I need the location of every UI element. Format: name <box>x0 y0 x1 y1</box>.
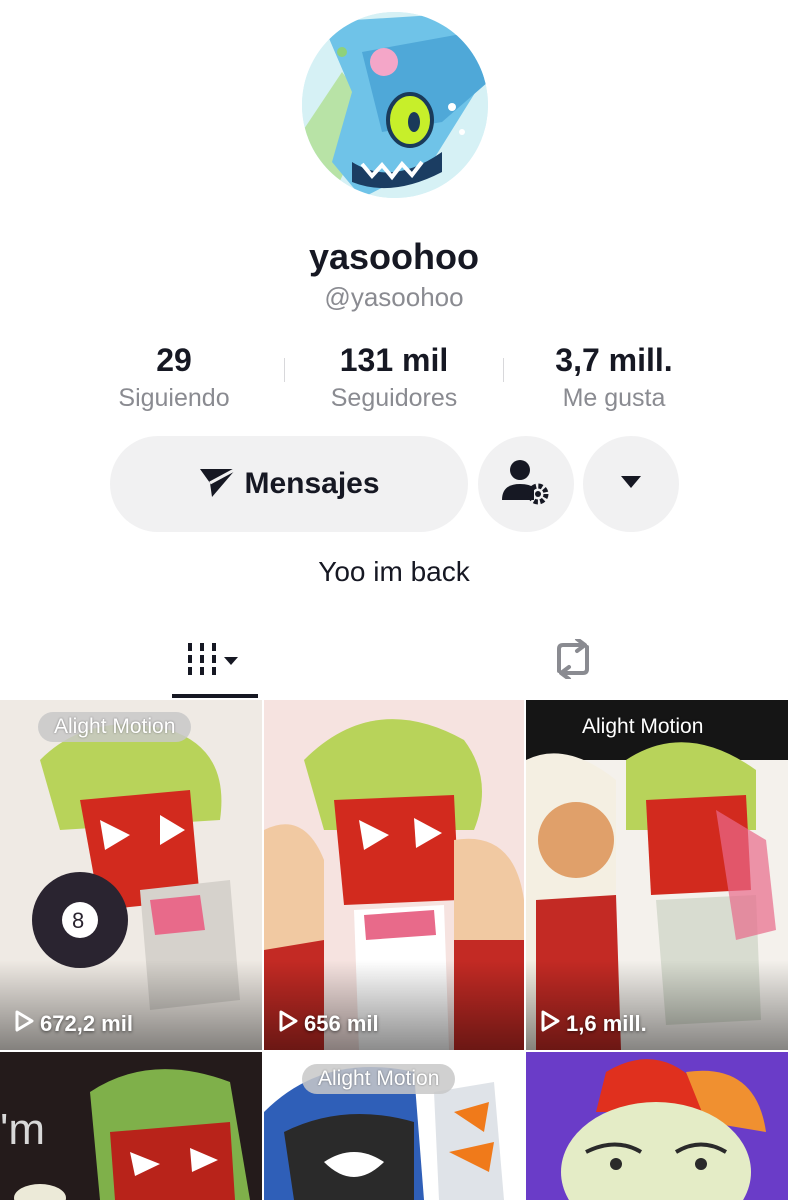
video-grid: 8 Alight Motion 672,2 mil 656 mil Alight… <box>0 700 788 1200</box>
view-count-text: 1,6 mill. <box>566 1011 647 1036</box>
video-thumbnail[interactable] <box>526 1052 788 1200</box>
video-thumbnail[interactable]: 'm <box>0 1052 262 1200</box>
stat-label: Me gusta <box>562 384 666 412</box>
view-count: 656 mil <box>278 1010 379 1038</box>
watermark-label: Alight Motion <box>38 712 192 742</box>
video-thumbnail[interactable]: Alight Motion 1,6 mill. <box>526 700 788 1050</box>
video-thumbnail[interactable]: 656 mil <box>264 700 524 1050</box>
svg-text:'m: 'm <box>0 1105 45 1154</box>
thumbnail-image <box>526 1052 788 1200</box>
tab-videos[interactable] <box>172 622 258 700</box>
profile-bio: Yoo im back <box>318 556 470 587</box>
video-thumbnail[interactable]: Alight Motion <box>264 1052 524 1200</box>
profile-avatar[interactable] <box>302 12 488 198</box>
view-count: 672,2 mil <box>14 1010 133 1038</box>
send-icon <box>198 465 238 504</box>
grid-icon <box>184 639 246 684</box>
tab-selected-indicator <box>172 694 258 698</box>
follow-settings-button[interactable] <box>478 436 574 532</box>
thumbnail-image: 'm <box>0 1052 262 1200</box>
play-icon <box>14 1010 34 1038</box>
messages-label: Mensajes <box>244 467 380 500</box>
video-thumbnail[interactable]: 8 Alight Motion 672,2 mil <box>0 700 262 1050</box>
profile-stats: 29 Siguiendo 131 mil Seguidores 3,7 mill… <box>0 340 788 420</box>
more-options-button[interactable] <box>583 436 679 532</box>
content-tabs <box>0 622 788 700</box>
messages-button[interactable]: Mensajes <box>110 436 468 532</box>
svg-text:8: 8 <box>72 908 84 933</box>
caret-down-icon <box>619 474 643 495</box>
watermark-label: Alight Motion <box>302 1064 456 1094</box>
view-count-text: 672,2 mil <box>40 1011 133 1036</box>
tab-reposts[interactable] <box>530 622 616 700</box>
repost-icon <box>549 636 597 684</box>
username-handle: @yasoohoo <box>324 282 464 312</box>
stat-label: Siguiendo <box>118 384 230 412</box>
stat-followers[interactable]: 131 mil Seguidores <box>284 340 504 416</box>
stat-value: 3,7 mill. <box>555 342 673 378</box>
view-count-text: 656 mil <box>304 1011 379 1036</box>
user-gear-icon <box>500 456 552 513</box>
stat-value: 29 <box>156 342 192 378</box>
play-icon <box>278 1010 298 1038</box>
view-count: 1,6 mill. <box>540 1010 647 1038</box>
display-name: yasoohoo <box>308 236 479 277</box>
watermark-label: Alight Motion <box>582 715 704 738</box>
stat-likes[interactable]: 3,7 mill. Me gusta <box>504 340 724 416</box>
stat-value: 131 mil <box>339 342 449 378</box>
stat-label: Seguidores <box>330 384 458 412</box>
stat-following[interactable]: 29 Siguiendo <box>64 340 284 416</box>
play-icon <box>540 1010 560 1038</box>
